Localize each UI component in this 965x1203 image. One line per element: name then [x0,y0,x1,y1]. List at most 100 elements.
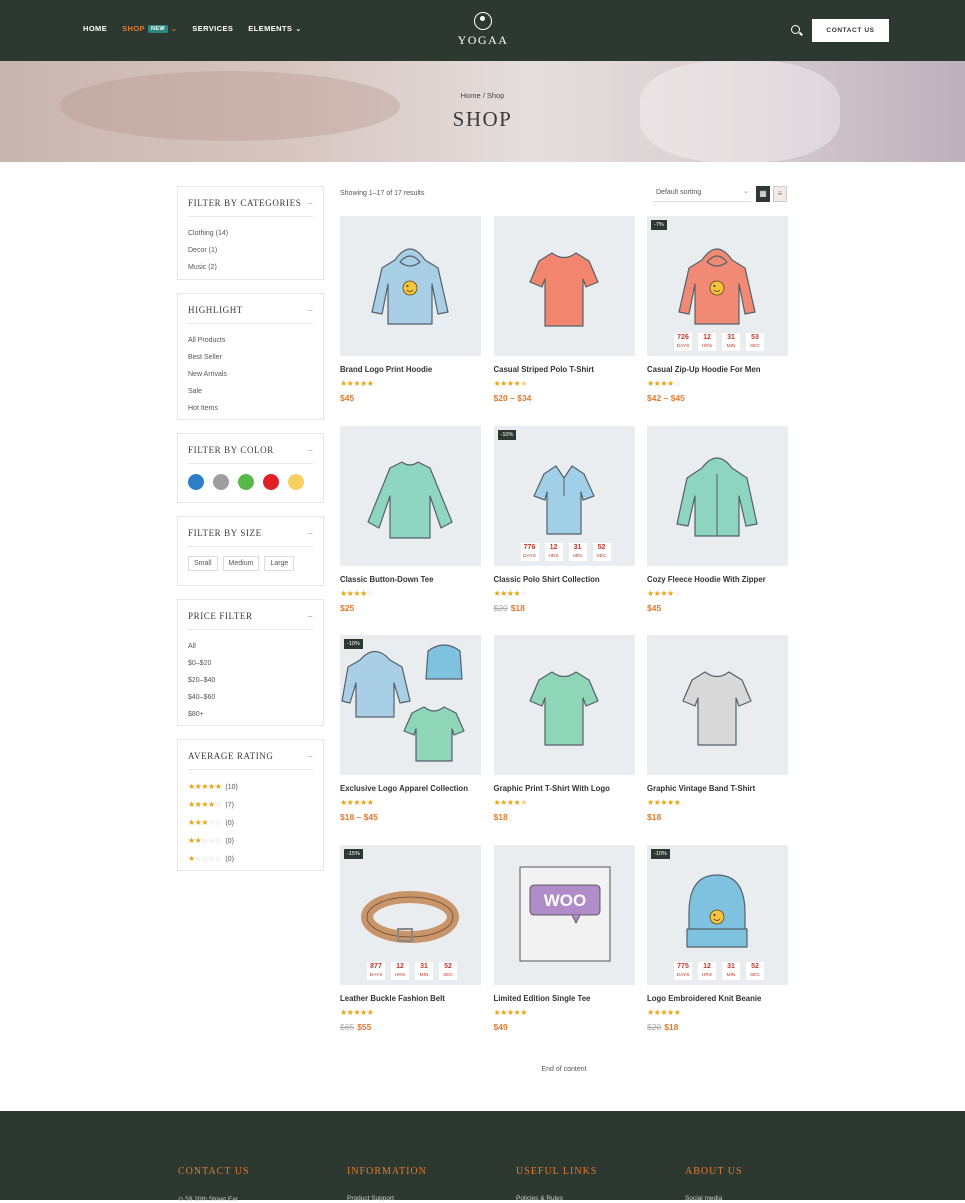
countdown-unit: 877 DAYS [367,961,385,980]
product-name[interactable]: Classic Polo Shirt Collection [494,575,635,584]
product-name[interactable]: Classic Button-Down Tee [340,575,481,584]
price-range-link[interactable]: $40–$60 [188,689,313,706]
site-header: HOME SHOP NEW ⌄ SERVICES ELEMENTS ⌄ YOGAA C… [0,0,965,61]
collapse-icon[interactable]: – [308,445,313,455]
price-range-link[interactable]: $0–$20 [188,655,313,672]
search-icon[interactable] [791,25,800,34]
collapse-icon[interactable]: – [308,611,313,621]
product-rating: ★★★★☆ [647,587,788,598]
site-logo[interactable]: YOGAA [446,12,520,48]
product-name[interactable]: Graphic Vintage Band T-Shirt [647,784,788,793]
product-name[interactable]: Casual Zip-Up Hoodie For Men [647,365,788,374]
product-card[interactable]: -7% 726 DAYS 12 HRS 31 MIN 53 SEC Casual Zip-Up H… [647,216,788,403]
contact-us-button[interactable]: CONTACT US [812,19,889,42]
product-name[interactable]: Exclusive Logo Apparel Collection [340,784,481,793]
product-name[interactable]: Limited Edition Single Tee [494,994,635,1003]
price-range-link[interactable]: $20–$40 [188,672,313,689]
product-name[interactable]: Logo Embroidered Knit Beanie [647,994,788,1003]
product-name[interactable]: Cozy Fleece Hoodie With Zipper [647,575,788,584]
product-image[interactable] [647,425,788,566]
product-image[interactable]: -7% 726 DAYS 12 HRS 31 MIN 53 SEC [647,216,788,356]
product-image[interactable]: -15% 877 DAYS 12 HRS 31 MIN 52 SEC [340,844,481,985]
result-count: Showing 1–17 of 17 results [340,190,425,197]
nav-shop[interactable]: SHOP NEW ⌄ [122,24,177,33]
footer-link[interactable]: Policies & Rules [516,1195,563,1202]
category-link[interactable]: Music (2) [188,259,313,276]
rating-filter-item[interactable]: ★★☆☆☆ (0) [188,832,313,850]
product-card[interactable]: Graphic Vintage Band T-Shirt ★★★★★ $18 [647,635,788,822]
highlight-link[interactable]: Sale [188,383,313,400]
current-price: $18 [664,1021,679,1032]
color-swatch[interactable] [213,474,229,490]
price-range-link[interactable]: $80+ [188,706,313,723]
product-name[interactable]: Leather Buckle Fashion Belt [340,994,481,1003]
footer-link[interactable]: Product Support [347,1195,394,1202]
highlight-link[interactable]: Hot Items [188,400,313,417]
product-image[interactable] [340,425,481,566]
product-image[interactable]: -10% [340,635,481,775]
product-card[interactable]: -10% 775 DAYS 12 HRS 31 MIN 52 SEC Logo Embroider… [647,844,788,1032]
sort-select[interactable]: Default sorting ⌄ [653,186,751,202]
product-card[interactable]: Graphic Print T-Shirt With Logo ★★★★★ $18 [493,635,635,822]
end-of-content: End of content [541,1066,587,1073]
product-image[interactable] [493,635,635,775]
product-image[interactable]: -10% 775 DAYS 12 HRS 31 MIN 52 SEC [647,844,788,985]
product-card[interactable]: -15% 877 DAYS 12 HRS 31 MIN 52 SEC Leather Buckle… [340,844,481,1032]
product-image[interactable] [340,216,481,356]
product-card[interactable]: -10% 776 DAYS 12 HRS 31 MIN 52 SEC Classic Polo S… [493,425,635,613]
countdown-unit: 12 HRS [698,333,716,351]
product-card[interactable]: Casual Striped Polo T-Shirt ★★★★★ $20 – $3… [493,216,635,403]
highlight-link[interactable]: New Arrivals [188,366,313,383]
color-swatch[interactable] [238,474,254,490]
collapse-icon[interactable]: – [308,198,313,208]
product-image[interactable] [493,216,635,356]
category-link[interactable]: Decor (1) [188,242,313,259]
tshirt-icon [682,671,752,746]
rating-filter-item[interactable]: ★☆☆☆☆ (0) [188,850,313,868]
size-option[interactable]: Large [264,556,295,571]
product-name[interactable]: Casual Striped Polo T-Shirt [494,365,635,374]
product-rating: ★★★★★ [340,1006,481,1017]
product-name[interactable]: Graphic Print T-Shirt With Logo [494,784,635,793]
footer-link[interactable]: Social media [685,1195,722,1202]
current-price: $18 [510,602,525,613]
product-image[interactable]: WOO [493,844,635,985]
product-price: $45 [340,393,481,403]
rating-filter-item[interactable]: ★★★★☆ (7) [188,796,313,814]
product-card[interactable]: Classic Button-Down Tee ★★★★☆ $25 [340,425,481,613]
product-card[interactable]: -10% Exclusive Logo Apparel Collection ★★★… [340,635,481,822]
highlight-link[interactable]: All Products [188,332,313,349]
nav-elements[interactable]: ELEMENTS ⌄ [248,24,301,33]
star-rating-icon: ★★★★☆ [188,800,222,809]
product-card[interactable]: Brand Logo Print Hoodie ★★★★★ $45 [340,216,481,403]
rating-filter-item[interactable]: ★★★☆☆ (0) [188,814,313,832]
product-image[interactable]: -10% 776 DAYS 12 HRS 31 MIN 52 SEC [493,425,635,566]
product-price: $18 – $45 [340,812,481,822]
product-name[interactable]: Brand Logo Print Hoodie [340,365,481,374]
highlight-link[interactable]: Best Seller [188,349,313,366]
breadcrumb[interactable]: Home / Shop [0,91,965,100]
product-rating: ★★★★★ [494,377,635,388]
product-image[interactable] [647,635,788,775]
product-card[interactable]: Cozy Fleece Hoodie With Zipper ★★★★☆ $45 [647,425,788,613]
nav-home[interactable]: HOME [83,24,107,33]
discount-badge: -7% [651,220,667,230]
list-view-icon[interactable]: ≡ [773,186,787,202]
size-option[interactable]: Medium [222,556,260,571]
category-link[interactable]: Clothing (14) [188,225,313,242]
discount-badge: -15% [344,848,363,859]
rating-filter-item[interactable]: ★★★★★ (10) [188,778,313,796]
color-swatch[interactable] [288,474,304,490]
color-swatch[interactable] [188,474,204,490]
countdown-value: 31 [573,543,582,551]
price-range-link[interactable]: All [188,638,313,655]
nav-services[interactable]: SERVICES [192,24,233,33]
collapse-icon[interactable]: – [308,528,313,538]
collapse-icon[interactable]: – [308,305,313,315]
product-card[interactable]: WOO Limited Edition Single Tee ★★★★★ $49 [493,844,635,1032]
color-swatch[interactable] [263,474,279,490]
countdown-label: SEC [750,344,760,349]
size-option[interactable]: Small [188,556,218,571]
grid-view-icon[interactable]: ▦ [756,186,770,202]
collapse-icon[interactable]: – [308,751,313,761]
